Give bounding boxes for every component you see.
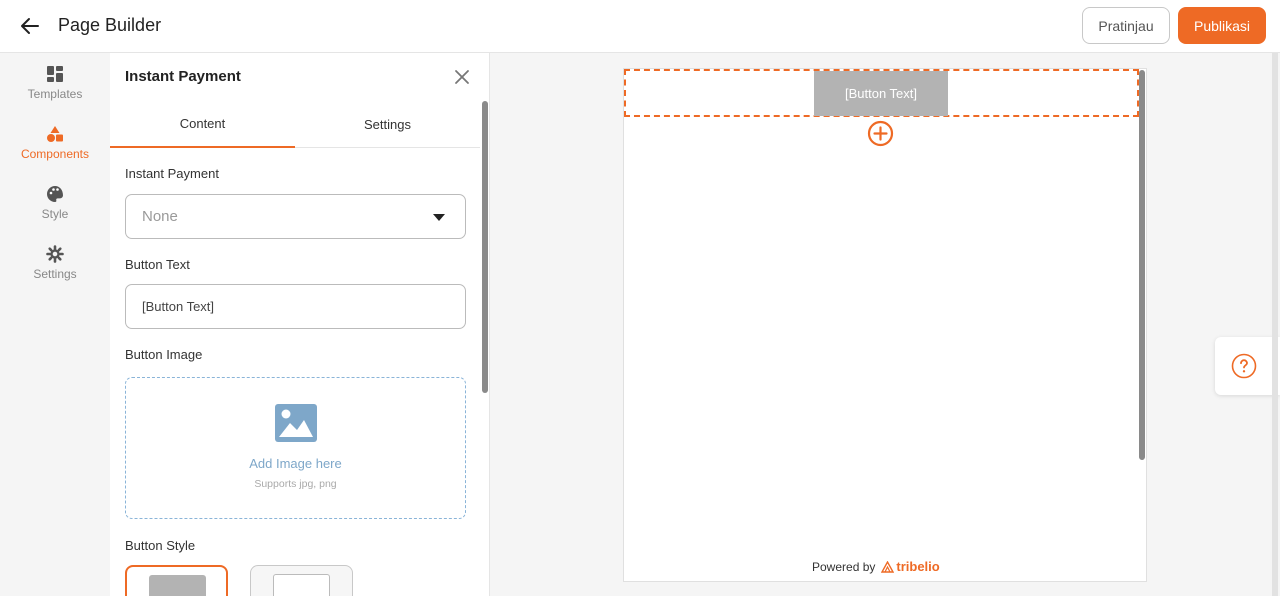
rail-item-components[interactable]: Components [0, 125, 110, 161]
properties-panel: Instant Payment Content Settings Instant… [110, 53, 490, 596]
left-rail: Templates Components Style Settings [0, 53, 110, 596]
tab-settings[interactable]: Settings [295, 101, 480, 148]
rail-label-components: Components [20, 147, 90, 161]
close-icon[interactable] [453, 68, 471, 86]
panel-scrollbar[interactable] [482, 101, 488, 393]
canvas-payment-button[interactable]: [Button Text] [814, 71, 948, 116]
page-scrollbar[interactable] [1272, 53, 1278, 596]
button-image-label: Button Image [125, 347, 203, 362]
templates-icon [47, 66, 63, 82]
button-style-label: Button Style [125, 538, 196, 553]
help-button[interactable] [1215, 337, 1280, 395]
image-dropzone[interactable]: Add Image here Supports jpg, png [125, 377, 466, 519]
back-arrow-icon[interactable] [18, 14, 42, 38]
canvas-scrollbar[interactable] [1139, 70, 1145, 460]
button-style-outline[interactable] [250, 565, 353, 596]
add-image-text: Add Image here [249, 456, 342, 471]
help-icon [1231, 353, 1257, 379]
instant-payment-value: None [142, 208, 178, 225]
add-block-icon[interactable] [867, 120, 894, 147]
image-format-hint: Supports jpg, png [254, 478, 337, 490]
rail-label-settings: Settings [33, 267, 77, 281]
button-text-input[interactable] [125, 284, 466, 329]
rail-item-style[interactable]: Style [0, 185, 110, 221]
panel-tabs: Content Settings [110, 101, 480, 148]
button-text-label: Button Text [125, 257, 190, 272]
button-style-filled[interactable] [125, 565, 228, 596]
preview-button[interactable]: Pratinjau [1082, 7, 1170, 44]
filled-swatch [149, 575, 206, 596]
palette-icon [47, 186, 63, 202]
components-icon [47, 126, 63, 142]
panel-title: Instant Payment [125, 68, 241, 85]
brand-name: tribelio [896, 559, 940, 574]
powered-by: Powered by tribelio [812, 559, 940, 574]
powered-by-text: Powered by [812, 559, 876, 574]
tribelio-logo-icon [881, 560, 895, 573]
instant-payment-label: Instant Payment [125, 166, 219, 181]
image-icon [275, 404, 317, 442]
rail-label-templates: Templates [27, 87, 83, 101]
top-bar: Page Builder Pratinjau Publikasi [0, 0, 1280, 53]
brand-logo: tribelio [881, 559, 940, 574]
outline-swatch [273, 574, 330, 596]
rail-item-templates[interactable]: Templates [0, 65, 110, 101]
rail-label-style: Style [41, 207, 69, 221]
chevron-down-icon [433, 214, 445, 221]
instant-payment-select[interactable]: None [125, 194, 466, 239]
rail-item-settings[interactable]: Settings [0, 245, 110, 281]
gear-icon [46, 245, 64, 263]
publish-button[interactable]: Publikasi [1178, 7, 1266, 44]
page-title: Page Builder [58, 15, 162, 35]
tab-content[interactable]: Content [110, 101, 295, 148]
